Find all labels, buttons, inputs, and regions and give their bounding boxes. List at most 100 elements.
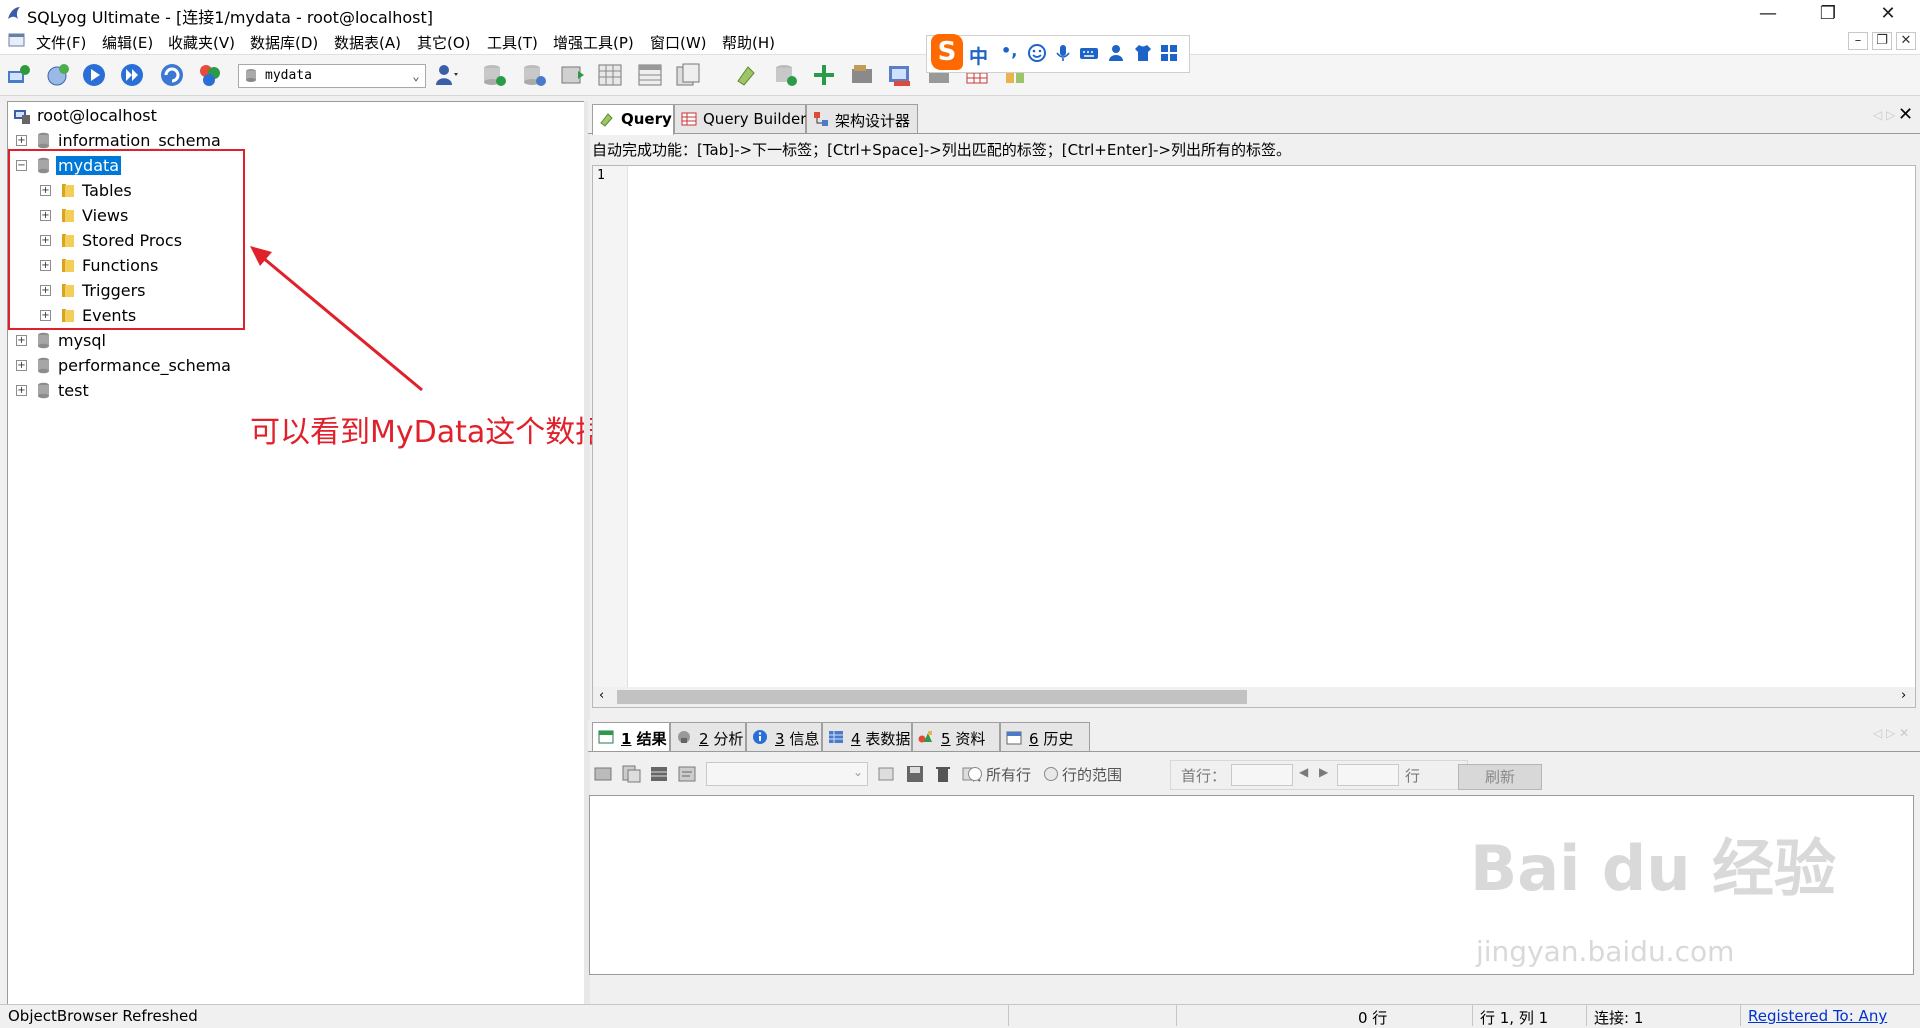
status-bar: ObjectBrowser Refreshed 0 行 行 1, 列 1 连接:… (0, 1004, 1920, 1027)
row-count-input[interactable] (1337, 764, 1399, 786)
user-account-icon[interactable] (1107, 43, 1127, 63)
radio-row-range[interactable] (1044, 767, 1058, 781)
add-database-icon[interactable] (480, 61, 508, 89)
database-selector[interactable]: mydata ⌄ (238, 64, 426, 88)
radio-all-rows[interactable] (968, 767, 982, 781)
toolbox-grid-icon[interactable] (1159, 43, 1179, 63)
database-icon (38, 382, 49, 399)
tab-history[interactable]: 6 历史 (1000, 722, 1090, 751)
new-query-icon[interactable] (44, 61, 72, 89)
tree-db-label: performance_schema (58, 356, 231, 375)
mdi-minimize-button[interactable]: – (1848, 32, 1868, 50)
tab-table-data[interactable]: 4 表数据 (822, 722, 912, 751)
registered-link[interactable]: Registered To: Any (1748, 1007, 1887, 1025)
backup-database-icon[interactable] (520, 61, 548, 89)
microphone-icon[interactable] (1053, 43, 1073, 63)
menu-window[interactable]: 窗口(W) (650, 32, 707, 53)
sqlyog-dolphin-icon (8, 7, 20, 19)
menu-help[interactable]: 帮助(H) (722, 32, 775, 53)
baidu-watermark: Bai du 经验 (1470, 832, 1837, 905)
result-filter-select[interactable]: ⌄ (706, 762, 868, 786)
tab-scroll-arrows[interactable]: ◁ ▷ (1873, 108, 1895, 122)
menu-favorites[interactable]: 收藏夹(V) (168, 32, 235, 53)
export-icon[interactable] (592, 763, 614, 785)
copy-icon[interactable] (620, 763, 642, 785)
prev-page-icon[interactable]: ◀ (1299, 765, 1308, 779)
menu-database[interactable]: 数据库(D) (250, 32, 318, 53)
tree-db-label: test (58, 381, 89, 400)
next-page-icon[interactable]: ▶ (1319, 765, 1328, 779)
expand-icon[interactable]: + (16, 360, 27, 371)
close-tab-icon[interactable]: ✕ (1898, 104, 1913, 125)
refresh-button[interactable]: 刷新 (1458, 764, 1542, 790)
scroll-left-icon[interactable]: ‹ (599, 688, 604, 703)
tab-result[interactable]: 1 结果 (592, 722, 670, 751)
add-row-icon[interactable] (876, 763, 898, 785)
scrollbar-thumb[interactable] (617, 690, 1247, 704)
tab-query-builder[interactable]: Query Builder (674, 104, 806, 133)
new-connection-icon[interactable] (4, 61, 32, 89)
menu-powertools[interactable]: 增强工具(P) (553, 32, 634, 53)
mdi-close-button[interactable]: ✕ (1896, 32, 1916, 50)
expand-icon[interactable]: + (16, 335, 27, 346)
grid-view-icon[interactable] (648, 763, 670, 785)
execute-all-icon[interactable] (118, 61, 146, 89)
result-tab-scroll-arrows[interactable]: ◁ ▷ ✕ (1873, 726, 1909, 740)
sogou-logo-icon[interactable]: S (931, 34, 963, 70)
tab-query[interactable]: Query (592, 104, 674, 135)
mdi-window-icon[interactable] (8, 32, 26, 48)
text-view-icon[interactable] (676, 763, 698, 785)
schema-sync-icon[interactable] (196, 61, 224, 89)
baidu-watermark-url: jingyan.baidu.com (1476, 935, 1735, 968)
table-grid-icon[interactable] (596, 61, 624, 89)
scroll-right-icon[interactable]: › (1901, 688, 1906, 703)
mdi-restore-button[interactable]: ❐ (1872, 32, 1892, 50)
emoji-icon[interactable] (1027, 43, 1047, 63)
table-copy-icon[interactable] (674, 61, 702, 89)
execute-query-icon[interactable] (80, 61, 108, 89)
delete-icon[interactable] (932, 763, 954, 785)
history-calendar-icon (1006, 731, 1022, 745)
query-profiler-icon[interactable] (848, 61, 876, 89)
expand-icon[interactable]: + (16, 135, 27, 146)
editor-horizontal-scrollbar[interactable]: ‹ › (592, 687, 1916, 708)
tab-label: 历史 (1043, 730, 1074, 748)
close-button[interactable]: ✕ (1865, 0, 1911, 28)
menu-others[interactable]: 其它(O) (417, 32, 471, 53)
table-data-icon[interactable] (636, 61, 664, 89)
visual-data-compare-icon[interactable] (886, 61, 914, 89)
window-title: SQLyog Ultimate - [连接1/mydata - root@loc… (27, 8, 434, 27)
menu-file[interactable]: 文件(F) (36, 32, 86, 53)
menu-tools[interactable]: 工具(T) (487, 32, 538, 53)
chevron-down-icon[interactable]: ⌄ (407, 65, 425, 87)
keyboard-icon[interactable] (1079, 43, 1099, 63)
annotation-highlight-box (8, 149, 245, 330)
refresh-objectbrowser-icon[interactable] (158, 61, 186, 89)
database-icon (246, 69, 256, 82)
result-toolbar: ⌄ 所有行 行的范围 首行： ◀ ▶ 行 刷新 (588, 755, 1920, 791)
skin-shirt-icon[interactable] (1133, 43, 1153, 63)
save-icon[interactable] (904, 763, 926, 785)
expand-icon[interactable]: + (16, 385, 27, 396)
restore-button[interactable]: ❐ (1805, 0, 1851, 28)
scheduler-icon[interactable] (732, 61, 760, 89)
tab-messages[interactable]: 3 信息 (746, 722, 822, 751)
import-icon[interactable] (558, 61, 586, 89)
schema-compare-icon[interactable] (810, 61, 838, 89)
menu-table[interactable]: 数据表(A) (334, 32, 401, 53)
tab-schema-designer[interactable]: 架构设计器 (806, 104, 918, 133)
query-editor[interactable]: 1 (592, 165, 1916, 689)
data-sync-icon[interactable] (772, 61, 800, 89)
tree-root-label: root@localhost (37, 106, 157, 125)
database-icon (38, 332, 49, 349)
ime-toolbar: S 中 •, (926, 34, 1190, 73)
first-row-input[interactable] (1231, 764, 1293, 786)
menu-edit[interactable]: 编辑(E) (102, 32, 153, 53)
ime-punctuation-toggle[interactable]: •, (1001, 41, 1017, 60)
ime-mode-toggle[interactable]: 中 (969, 42, 988, 69)
profiler-icon (678, 731, 690, 743)
user-manager-icon[interactable] (432, 61, 460, 89)
tab-profiler[interactable]: 2 分析 (670, 722, 746, 751)
tab-info[interactable]: 5 资料 (912, 722, 1000, 751)
minimize-button[interactable]: — (1745, 0, 1791, 28)
